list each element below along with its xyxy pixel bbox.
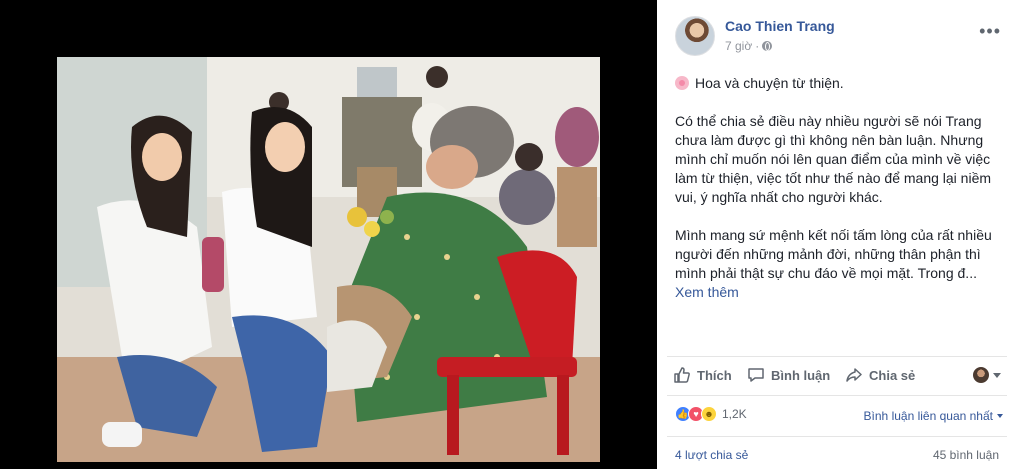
share-button[interactable]: Chia sẻ [845, 366, 915, 384]
share-count[interactable]: 4 lượt chia sẻ [675, 448, 748, 462]
share-arrow-icon [846, 368, 862, 382]
haha-reaction-icon: ☻ [701, 406, 717, 422]
post-paragraph-2: Mình mang sứ mệnh kết nối tấm lòng của r… [675, 227, 992, 281]
post-footer: 4 lượt chia sẻ 45 bình luận [667, 436, 1007, 469]
author-avatar[interactable] [675, 16, 715, 56]
comment-button[interactable]: Bình luận [747, 366, 830, 384]
post-header: Cao Thien Trang 7 giờ · ••• [675, 16, 1007, 56]
post-text-line1: Hoa và chuyện từ thiện. [695, 75, 844, 91]
user-avatar [973, 367, 989, 383]
see-more-link[interactable]: Xem thêm [675, 283, 995, 302]
globe-icon[interactable] [762, 41, 773, 51]
share-label: Chia sẻ [869, 367, 916, 383]
reaction-summary[interactable]: 👍 ♥ ☻ 1,2K [675, 406, 747, 422]
post-content: Hoa và chuyện từ thiện. Có thể chia sẻ đ… [675, 74, 995, 302]
post-actions-bar: Thích Bình luận Chia sẻ [667, 356, 1007, 396]
comment-count[interactable]: 45 bình luận [933, 448, 999, 462]
post-time[interactable]: 7 giờ [725, 39, 752, 53]
post-as-selector[interactable] [973, 367, 1001, 383]
post-paragraph-1: Có thể chia sẻ điều này nhiều người sẽ n… [675, 113, 992, 205]
more-options-icon[interactable]: ••• [979, 22, 1001, 40]
comment-icon [748, 368, 764, 382]
chevron-down-icon [993, 372, 1001, 378]
like-button[interactable]: Thích [673, 366, 732, 384]
comment-label: Bình luận [771, 367, 831, 383]
thumbs-up-icon [674, 367, 690, 383]
post-side-panel: Cao Thien Trang 7 giờ · ••• Hoa và chuyệ… [657, 0, 1017, 469]
author-name[interactable]: Cao Thien Trang [725, 18, 835, 34]
reaction-count: 1,2K [722, 407, 747, 421]
cherry-blossom-icon [675, 76, 689, 90]
post-meta: 7 giờ · [725, 39, 773, 53]
comment-sort-dropdown[interactable]: Bình luận liên quan nhất [864, 409, 1003, 423]
post-photo[interactable] [57, 57, 600, 462]
like-label: Thích [697, 367, 732, 383]
photo-viewer [0, 0, 657, 469]
